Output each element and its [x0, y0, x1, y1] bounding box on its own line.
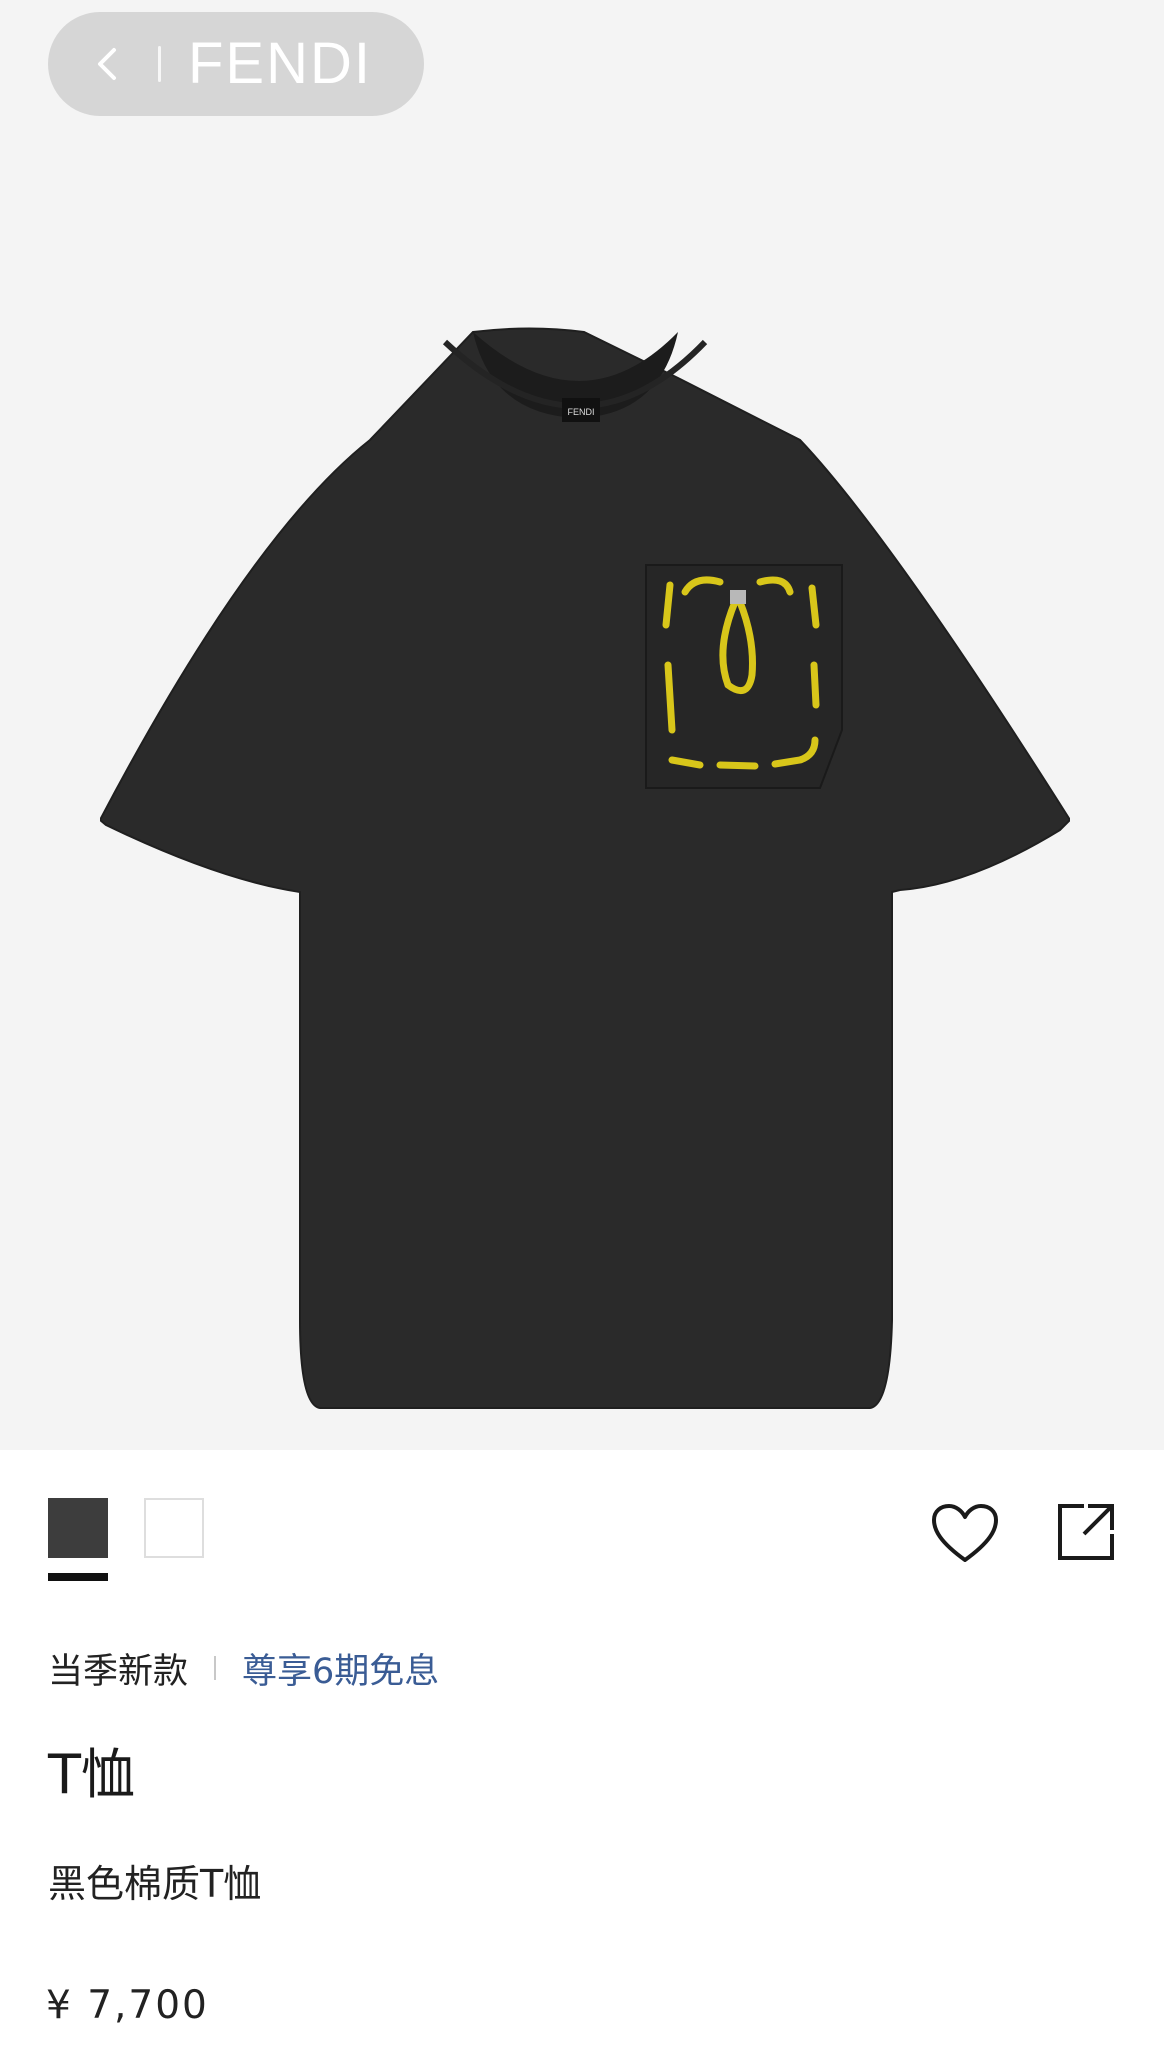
top-nav-pill: FENDI	[48, 12, 424, 116]
nav-divider	[158, 46, 161, 82]
new-season-tag: 当季新款	[48, 1651, 189, 1692]
selected-swatch-indicator	[48, 1573, 108, 1581]
chevron-left-icon[interactable]	[88, 44, 128, 84]
share-icon[interactable]	[1054, 1500, 1118, 1564]
t-shirt-image: FENDI	[100, 327, 1070, 1409]
neck-label-text: FENDI	[568, 407, 595, 417]
product-meta-row: 当季新款 尊享6期免息	[48, 1640, 439, 1696]
product-price: ¥ 7,700	[46, 1983, 209, 2028]
installment-promo-link[interactable]: 尊享6期免息	[242, 1643, 439, 1694]
meta-divider	[214, 1656, 217, 1680]
product-title: T恤	[48, 1743, 135, 1806]
product-subtitle: 黑色棉质T恤	[48, 1862, 262, 1906]
brand-logo[interactable]: FENDI	[188, 32, 372, 96]
product-image-area: FENDI FENDI	[0, 0, 1164, 1450]
color-swatch-black[interactable]	[48, 1498, 108, 1558]
heart-icon[interactable]	[930, 1502, 1000, 1566]
color-swatch-white[interactable]	[144, 1498, 204, 1558]
